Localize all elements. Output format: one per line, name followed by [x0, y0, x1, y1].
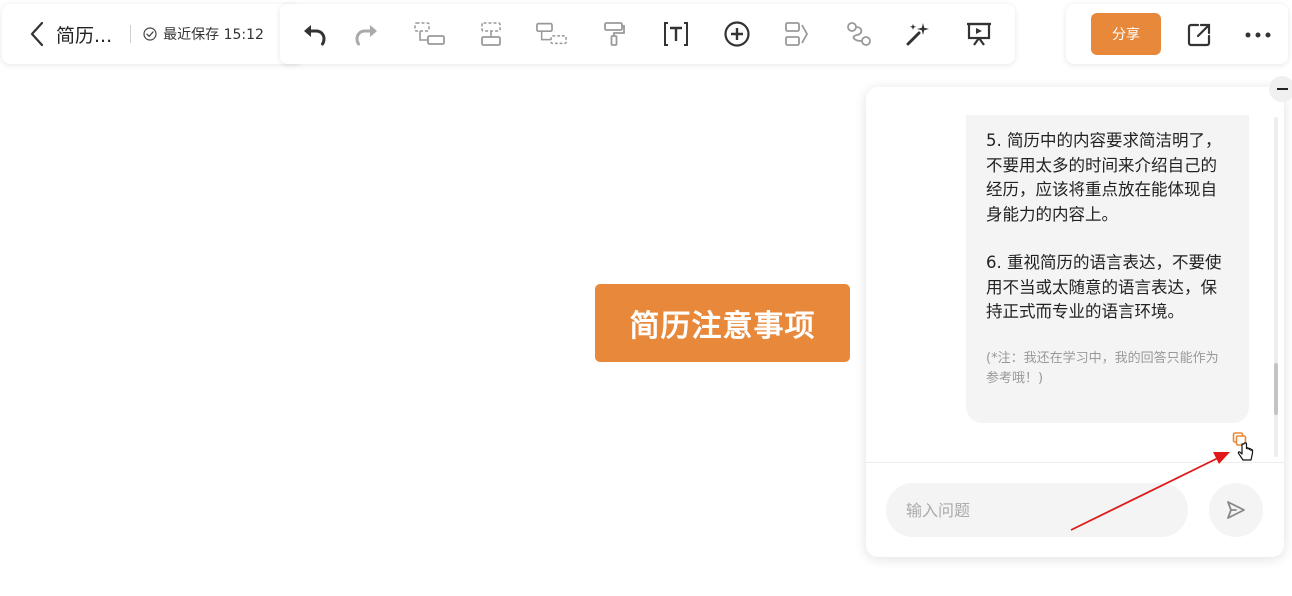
ai-magic-button[interactable]: [902, 18, 934, 50]
relation-button[interactable]: [843, 18, 875, 50]
assistant-message-bubble: 5. 简历中的内容要求简洁明了，不要用太多的时间来介绍自己的经历，应该将重点放在…: [966, 115, 1249, 423]
presentation-button[interactable]: [963, 18, 995, 50]
insert-sibling-button[interactable]: [475, 18, 507, 50]
save-status: 最近保存 15:12: [143, 24, 264, 44]
presentation-icon: [967, 22, 991, 46]
insert-parent-button[interactable]: [536, 18, 568, 50]
header-right-panel: 分享: [1066, 4, 1288, 64]
share-button[interactable]: 分享: [1091, 13, 1161, 55]
undo-icon: [304, 25, 326, 46]
magic-wand-icon: [906, 23, 929, 46]
insert-child-button[interactable]: [414, 18, 446, 50]
save-status-text: 最近保存 15:12: [163, 27, 264, 43]
mindmap-root-node[interactable]: 简历注意事项: [595, 284, 850, 362]
question-input[interactable]: [886, 483, 1188, 537]
parent-node-icon: [536, 22, 567, 45]
summary-icon: [785, 22, 809, 46]
doc-title[interactable]: 简历...: [56, 21, 112, 48]
text-icon: [664, 22, 688, 46]
undo-button[interactable]: [298, 18, 330, 50]
ai-chat-panel: 5. 简历中的内容要求简洁明了，不要用太多的时间来介绍自己的经历，应该将重点放在…: [866, 87, 1284, 557]
relation-icon: [847, 22, 871, 46]
open-external-button[interactable]: [1184, 20, 1214, 50]
send-icon: [1227, 501, 1245, 519]
sibling-node-icon: [481, 22, 501, 46]
copy-message-button[interactable]: [1232, 431, 1256, 463]
plus-circle-icon: [724, 21, 750, 47]
text-style-button[interactable]: [660, 18, 692, 50]
child-node-icon: [414, 22, 445, 45]
format-painter-button[interactable]: [598, 18, 630, 50]
message-paragraph: 6. 重视简历的语言表达，不要使用不当或太随意的语言表达，保持正式而专业的语言环…: [986, 253, 1222, 321]
back-button[interactable]: [20, 14, 54, 54]
copy-icon: [1232, 432, 1254, 461]
more-button[interactable]: [1242, 20, 1274, 50]
minimize-panel-button[interactable]: [1269, 76, 1292, 102]
send-button[interactable]: [1209, 483, 1263, 537]
insert-button[interactable]: [721, 18, 753, 50]
main-toolbar: [280, 4, 1015, 64]
message-disclaimer: (*注：我还在学习中，我的回答只能作为参考哦！): [986, 350, 1219, 386]
header-divider: [130, 25, 132, 43]
minus-icon: [1276, 88, 1288, 90]
chat-scrollbar-thumb[interactable]: [1274, 363, 1278, 415]
check-circle-icon: [143, 27, 157, 41]
redo-button[interactable]: [351, 18, 383, 50]
redo-icon: [355, 25, 377, 46]
more-icon: [1245, 32, 1271, 38]
external-link-icon: [1187, 23, 1211, 47]
message-paragraph: 5. 简历中的内容要求简洁明了，不要用太多的时间来介绍自己的经历，应该将重点放在…: [986, 131, 1222, 224]
chevron-left-icon: [30, 21, 44, 47]
summary-button[interactable]: [782, 18, 814, 50]
header-left-panel: 简历... 最近保存 15:12: [2, 4, 302, 64]
chat-divider: [866, 462, 1284, 463]
format-painter-icon: [604, 22, 625, 46]
